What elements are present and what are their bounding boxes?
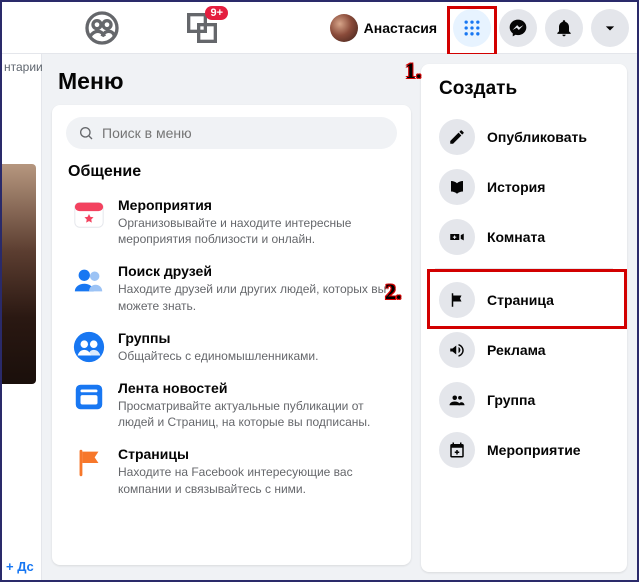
create-item-label: Комната (487, 229, 545, 245)
menu-search-input[interactable] (102, 125, 385, 141)
create-item-label: Группа (487, 392, 535, 408)
gaming-nav-icon[interactable]: 9+ (182, 8, 222, 48)
create-item-label: Опубликовать (487, 129, 587, 145)
menu-item-title: Лента новостей (118, 380, 391, 396)
divider (435, 268, 613, 269)
gutter-text: нтарии (4, 60, 43, 74)
menu-item-desc: Общайтесь с единомышленниками. (118, 348, 318, 364)
left-gutter: нтарии + Дс (2, 54, 42, 580)
menu-search[interactable] (66, 117, 397, 149)
menu-section-title: Общение (68, 163, 397, 181)
menu-item-news-feed[interactable]: Лента новостей Просматривайте актуальные… (66, 372, 397, 438)
menu-grid-button[interactable] (453, 9, 491, 47)
topbar-right: Анастасия (327, 9, 629, 47)
menu-item-title: Группы (118, 330, 318, 346)
menu-item-title: Страницы (118, 446, 391, 462)
search-icon (78, 125, 94, 141)
create-item-label: История (487, 179, 545, 195)
menu-item-pages[interactable]: Страницы Находите на Facebook интересующ… (66, 438, 397, 504)
create-item-post[interactable]: Опубликовать (431, 112, 617, 162)
create-item-story[interactable]: История (431, 162, 617, 212)
calendar-icon (72, 197, 106, 231)
menu-title: Меню (58, 68, 411, 95)
menu-item-desc: Просматривайте актуальные публикации от … (118, 398, 391, 430)
edit-icon (439, 119, 475, 155)
create-column: Создать Опубликовать История Комната Стр… (419, 54, 637, 580)
create-item-label: Страница (487, 292, 554, 308)
create-item-ad[interactable]: Реклама (431, 325, 617, 375)
notification-badge: 9+ (205, 6, 228, 20)
gutter-photo (2, 164, 36, 384)
menu-item-desc: Организовывайте и находите интересные ме… (118, 215, 391, 247)
friends-icon (72, 263, 106, 297)
topbar-nav: 9+ (82, 8, 222, 48)
menu-item-groups[interactable]: Группы Общайтесь с единомышленниками. (66, 322, 397, 372)
topbar: 9+ Анастасия (2, 2, 637, 54)
create-item-event[interactable]: Мероприятие (431, 425, 617, 475)
menu-column: Меню Общение Мероприятия Организовывайте… (42, 54, 419, 580)
profile-name: Анастасия (364, 20, 437, 36)
groups-nav-icon[interactable] (82, 8, 122, 48)
menu-item-find-friends[interactable]: Поиск друзей Находите друзей или других … (66, 255, 397, 321)
menu-item-desc: Находите друзей или других людей, которы… (118, 281, 391, 313)
create-title: Создать (439, 78, 617, 100)
messenger-button[interactable] (499, 9, 537, 47)
create-item-label: Реклама (487, 342, 546, 358)
video-plus-icon (439, 219, 475, 255)
menu-item-title: Мероприятия (118, 197, 391, 213)
megaphone-icon (439, 332, 475, 368)
menu-item-desc: Находите на Facebook интересующие вас ко… (118, 464, 391, 496)
account-dropdown-button[interactable] (591, 9, 629, 47)
content: нтарии + Дс Меню Общение Мероприятия Орг… (2, 54, 637, 580)
flag-solid-icon (439, 282, 475, 318)
create-item-room[interactable]: Комната (431, 212, 617, 262)
create-item-group[interactable]: Группа (431, 375, 617, 425)
flag-icon (72, 446, 106, 480)
menu-item-title: Поиск друзей (118, 263, 391, 279)
avatar (330, 14, 358, 42)
notifications-button[interactable] (545, 9, 583, 47)
book-icon (439, 169, 475, 205)
create-item-label: Мероприятие (487, 442, 581, 458)
group-people-icon (439, 382, 475, 418)
calendar-plus-icon (439, 432, 475, 468)
profile-chip[interactable]: Анастасия (327, 11, 445, 45)
feed-icon (72, 380, 106, 414)
menu-panel: Общение Мероприятия Организовывайте и на… (52, 105, 411, 565)
create-item-page[interactable]: Страница (431, 275, 617, 325)
menu-item-events[interactable]: Мероприятия Организовывайте и находите и… (66, 189, 397, 255)
add-friend-fragment[interactable]: + Дс (6, 559, 34, 574)
create-panel: Создать Опубликовать История Комната Стр… (421, 64, 627, 572)
groups-icon (72, 330, 106, 364)
